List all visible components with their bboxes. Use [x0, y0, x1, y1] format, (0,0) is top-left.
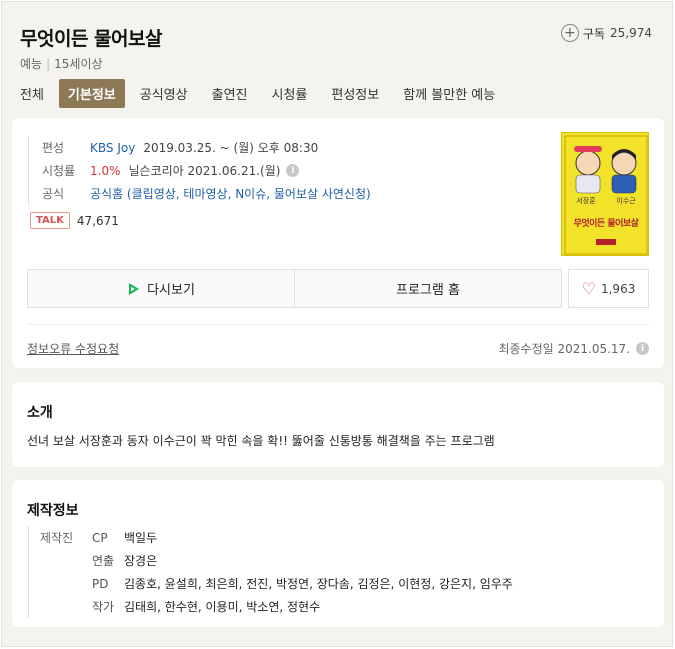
role-names: 백일두 — [124, 531, 158, 545]
role-names: 김종호, 윤설희, 최은희, 전진, 박정연, 장다솜, 김정은, 이현정, 강… — [124, 577, 513, 591]
program-meta: 예능 | 15세이상 — [20, 55, 103, 72]
info-icon[interactable]: i — [286, 164, 300, 177]
meta-separator: | — [46, 57, 51, 71]
age-rating: 15세이상 — [54, 57, 103, 71]
card-divider — [27, 324, 649, 325]
poster-title: 무엇이든 물어보살 — [573, 219, 639, 229]
tab-bar: 전체 기본정보 공식영상 출연진 시청률 편성정보 함께 볼만한 예능 — [11, 79, 510, 108]
info-icon[interactable]: i — [636, 342, 649, 355]
production-row: 작가 김태희, 한수현, 이용미, 박소연, 정현수 — [40, 595, 513, 618]
broadcast-row: 편성 KBS Joy 2019.03.25. ~ (월) 오후 08:30 — [42, 136, 371, 159]
info-list: 편성 KBS Joy 2019.03.25. ~ (월) 오후 08:30 시청… — [28, 136, 371, 205]
subscribe-button[interactable]: + 구독 25,974 — [560, 24, 652, 42]
production-row: 연출 장경은 — [40, 549, 513, 572]
official-row: 공식 공식홈 (클립영상, 테마영상, N이슈, 물어보살 사연신청) — [42, 182, 371, 205]
program-title: 무엇이든 물어보살 — [20, 28, 162, 50]
program-home-button[interactable]: 프로그램 홈 — [294, 270, 561, 307]
production-heading: 제작정보 — [27, 503, 79, 519]
role-label: 작가 — [92, 600, 115, 614]
basic-info-card: 편성 KBS Joy 2019.03.25. ~ (월) 오후 08:30 시청… — [12, 118, 664, 368]
role-label: 연출 — [92, 554, 115, 568]
broadcast-label: 편성 — [42, 141, 65, 155]
last-updated: 최종수정일 2021.05.17. i — [498, 340, 649, 357]
poster-cast: 서장훈 이수근 — [566, 196, 646, 206]
poster-name-left: 서장훈 — [576, 197, 596, 205]
role-label: PD — [92, 576, 109, 591]
talk-badge: TALK — [30, 212, 70, 229]
role-names: 장경은 — [124, 554, 158, 568]
channel-link[interactable]: KBS Joy — [90, 141, 135, 155]
tab-related-shows[interactable]: 함께 볼만한 예능 — [394, 79, 504, 108]
talk-count: 47,671 — [76, 213, 119, 228]
tab-official-video[interactable]: 공식영상 — [131, 79, 197, 108]
official-label: 공식 — [42, 187, 65, 201]
program-panel: 무엇이든 물어보살 예능 | 15세이상 + 구독 25,974 전체 기본정보 공… — [1, 1, 673, 647]
subscribe-label: 구독 — [582, 26, 605, 41]
crew-label: 제작진 — [40, 531, 74, 545]
viewership-row: 시청률 1.0% 닐슨코리아 2021.06.21.(월) i — [42, 159, 371, 182]
tab-schedule[interactable]: 편성정보 — [322, 79, 388, 108]
heart-icon: ♡ — [581, 279, 596, 298]
tab-basic-info[interactable]: 기본정보 — [58, 79, 125, 108]
tab-cast[interactable]: 출연진 — [203, 79, 257, 108]
intro-text: 선녀 보살 서장훈과 동자 이수근이 꽉 막힌 속을 확!! 뚫어줄 신통방통 … — [27, 434, 495, 448]
replay-label: 다시보기 — [147, 283, 195, 298]
official-links[interactable]: 공식홈 (클립영상, 테마영상, N이슈, 물어보살 사연신청) — [90, 185, 371, 202]
program-poster[interactable]: 서장훈 이수근 무엇이든 물어보살 — [561, 132, 649, 256]
tab-ratings[interactable]: 시청률 — [263, 79, 317, 108]
tab-all[interactable]: 전체 — [11, 79, 53, 108]
viewership-source: 닐슨코리아 2021.06.21.(월) — [128, 164, 281, 178]
like-count: 1,963 — [600, 281, 636, 296]
replay-button[interactable]: 다시보기 — [28, 270, 294, 307]
like-button[interactable]: ♡ 1,963 — [568, 269, 649, 308]
production-row: 제작진 CP 백일두 — [40, 526, 513, 549]
subscribe-count: 25,974 — [610, 26, 652, 40]
poster-name-right: 이수근 — [616, 197, 636, 205]
action-buttons: 다시보기 프로그램 홈 — [27, 269, 562, 308]
viewership-label: 시청률 — [42, 164, 76, 178]
talk-info[interactable]: TALK 47,671 — [30, 212, 119, 229]
role-names: 김태희, 한수현, 이용미, 박소연, 정현수 — [124, 600, 321, 614]
intro-heading: 소개 — [27, 405, 53, 421]
intro-card: 소개 선녀 보살 서장훈과 동자 이수근이 꽉 막힌 속을 확!! 뚫어줄 신통… — [12, 382, 664, 467]
schedule-text: 2019.03.25. ~ (월) 오후 08:30 — [143, 141, 319, 155]
production-row: PD 김종호, 윤설희, 최은희, 전진, 박정연, 장다솜, 김정은, 이현정… — [40, 572, 513, 595]
poster-illustration — [564, 135, 648, 255]
viewership-value: 1.0% — [90, 163, 121, 178]
plus-icon: + — [560, 24, 579, 42]
production-card: 제작정보 제작진 CP 백일두 연출 장경은 PD 김종호, 윤설희, 최은희,… — [12, 480, 664, 627]
last-updated-text: 최종수정일 2021.05.17. — [498, 342, 630, 356]
play-icon — [129, 282, 140, 295]
production-list: 제작진 CP 백일두 연출 장경은 PD 김종호, 윤설희, 최은희, 전진, … — [28, 526, 513, 618]
genre-label: 예능 — [20, 57, 43, 71]
role-label: CP — [92, 530, 108, 545]
report-error-link[interactable]: 정보오류 수정요청 — [27, 340, 119, 357]
